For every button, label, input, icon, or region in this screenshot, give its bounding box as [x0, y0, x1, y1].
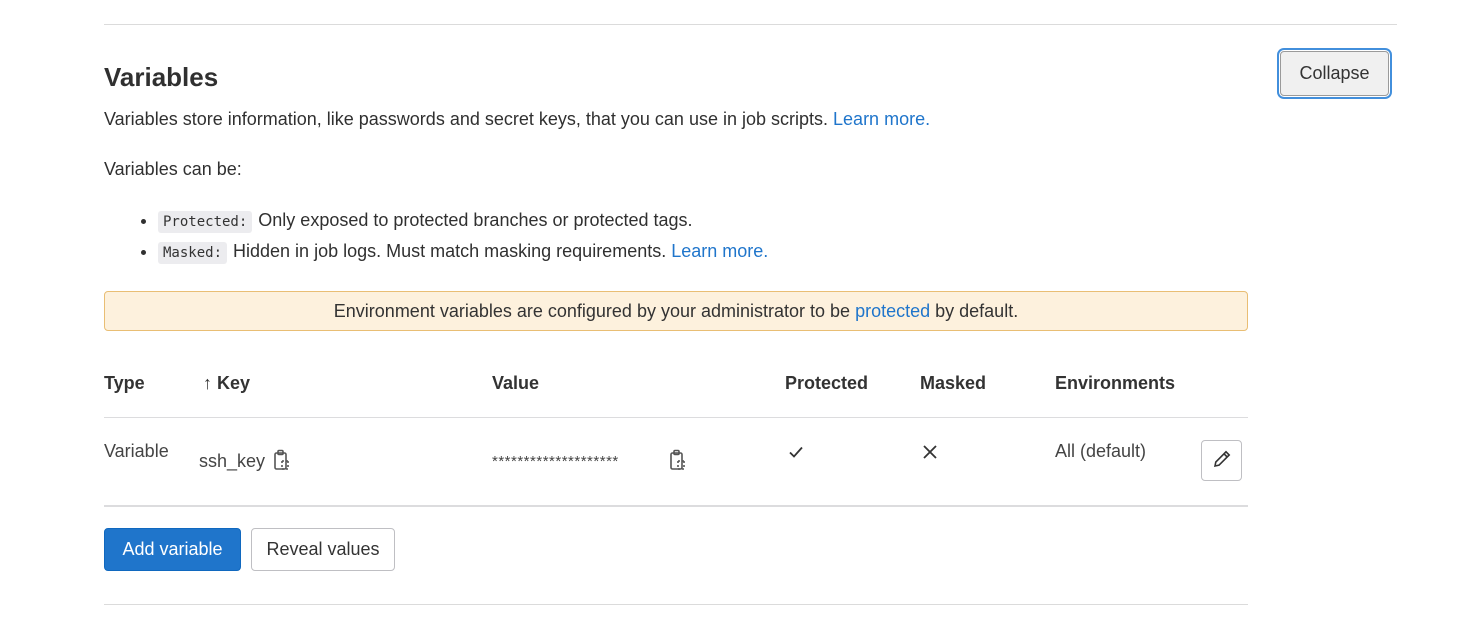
- check-icon: [788, 444, 804, 465]
- column-header-type: Type: [104, 373, 145, 393]
- copy-value-icon[interactable]: [668, 449, 688, 478]
- variables-can-be-text: Variables can be:: [104, 159, 242, 179]
- copy-key-icon[interactable]: [272, 449, 292, 478]
- alert-protected-link[interactable]: protected: [855, 301, 930, 321]
- column-header-key-label: Key: [217, 373, 251, 393]
- table-row-divider: [104, 505, 1248, 507]
- protected-description: Only exposed to protected branches or pr…: [258, 210, 693, 230]
- alert-suffix: by default.: [935, 301, 1019, 321]
- close-icon: [922, 444, 938, 465]
- column-header-environments: Environments: [1055, 373, 1176, 393]
- table-header-divider: [104, 417, 1248, 418]
- section-title: Variables: [104, 62, 219, 92]
- cell-key: ssh_key: [199, 451, 266, 471]
- variable-options-list: Protected:Only exposed to protected bran…: [104, 206, 768, 268]
- add-variable-button[interactable]: Add variable: [104, 528, 241, 571]
- masking-learn-more-link[interactable]: Learn more.: [671, 241, 768, 261]
- alert-prefix: Environment variables are configured by …: [333, 301, 851, 321]
- masked-description: Hidden in job logs. Must match masking r…: [233, 241, 667, 261]
- learn-more-link[interactable]: Learn more.: [833, 109, 930, 129]
- pencil-icon: [1211, 450, 1233, 473]
- cell-value-masked: ********************: [492, 453, 619, 470]
- list-item-masked: Masked:Hidden in job logs. Must match ma…: [158, 237, 768, 268]
- column-header-protected: Protected: [785, 373, 869, 393]
- section-description: Variables store information, like passwo…: [104, 107, 930, 131]
- reveal-values-button[interactable]: Reveal values: [251, 528, 395, 571]
- cell-environments: All (default): [1055, 441, 1147, 461]
- column-header-masked: Masked: [920, 373, 987, 393]
- column-header-value: Value: [492, 373, 540, 393]
- protected-alert: Environment variables are configured by …: [104, 291, 1248, 331]
- protected-code-tag: Protected:: [158, 211, 253, 233]
- edit-variable-button[interactable]: [1201, 440, 1242, 481]
- column-header-key[interactable]: ↑ Key: [203, 373, 250, 394]
- section-divider-bottom: [104, 604, 1248, 605]
- collapse-button[interactable]: Collapse: [1280, 51, 1389, 96]
- sort-ascending-icon: ↑: [203, 373, 212, 393]
- masked-code-tag: Masked:: [158, 242, 228, 264]
- description-text: Variables store information, like passwo…: [104, 109, 829, 129]
- cell-type: Variable: [104, 441, 169, 461]
- section-divider-top: [104, 24, 1397, 25]
- list-item-protected: Protected:Only exposed to protected bran…: [158, 206, 768, 237]
